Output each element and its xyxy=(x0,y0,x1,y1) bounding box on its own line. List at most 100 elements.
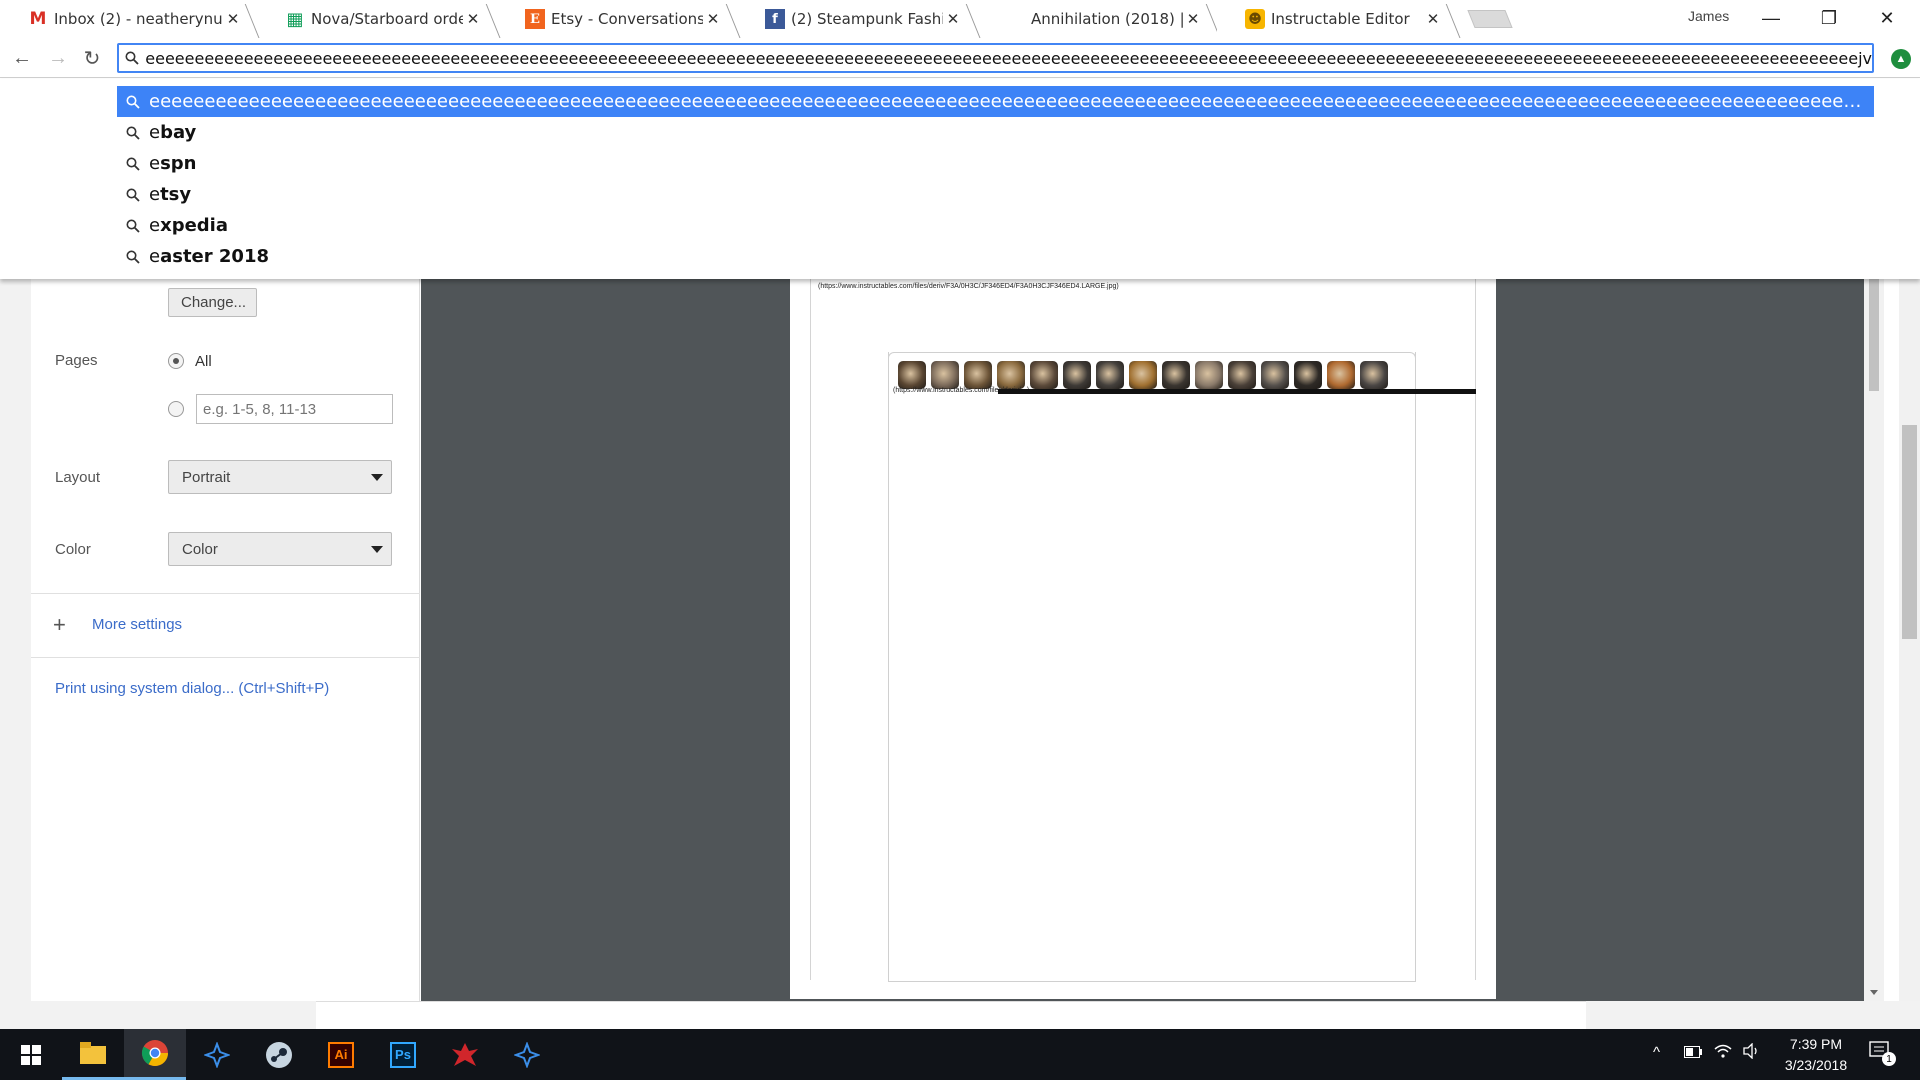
suggestion-item[interactable]: easter 2018 xyxy=(117,241,1874,272)
change-destination-button[interactable]: Change... xyxy=(168,288,257,317)
suggestion-text: espn xyxy=(149,153,197,174)
tray-expand-icon[interactable]: ^ xyxy=(1653,1044,1660,1061)
red-game-icon[interactable] xyxy=(434,1029,496,1080)
tab-title: Nova/Starboard orders - xyxy=(311,10,463,28)
start-button[interactable] xyxy=(0,1029,62,1080)
pages-all-radio[interactable] xyxy=(168,353,184,369)
blank-favicon-icon xyxy=(1005,9,1025,29)
pages-label: Pages xyxy=(55,352,98,369)
file-explorer-icon[interactable] xyxy=(62,1029,124,1080)
thumbnail-image xyxy=(1228,361,1256,389)
thumbnail-image xyxy=(931,361,959,389)
pages-custom-input[interactable] xyxy=(196,394,393,424)
tab-gmail[interactable]: M Inbox (2) - neatherynuts ✕ xyxy=(0,0,257,38)
suggestion-text: eeeeeeeeeeeeeeeeeeeeeeeeeeeeeeeeeeeeeeee… xyxy=(149,91,1874,112)
steam-icon[interactable] xyxy=(248,1029,310,1080)
battery-icon[interactable] xyxy=(1684,1045,1702,1062)
page-scrollbar[interactable] xyxy=(1899,279,1920,1029)
omnibox-suggestions: eeeeeeeeeeeeeeeeeeeeeeeeeeeeeeeeeeeeeeee… xyxy=(0,79,1920,279)
more-settings-link[interactable]: More settings xyxy=(92,616,182,633)
suggestion-item[interactable]: ebay xyxy=(117,117,1874,148)
thumbnail-image xyxy=(1129,361,1157,389)
page-border xyxy=(1475,279,1476,980)
thumbnail-image xyxy=(1261,361,1289,389)
divider xyxy=(31,593,420,594)
plus-icon[interactable]: + xyxy=(53,612,66,638)
tab-title: Instructable Editor xyxy=(1271,10,1410,28)
thumbnail-image xyxy=(1294,361,1322,389)
tab-facebook[interactable]: f (2) Steampunk Fashion ✕ xyxy=(737,0,977,38)
volume-icon[interactable] xyxy=(1743,1042,1761,1063)
pages-custom-radio[interactable] xyxy=(168,401,184,417)
close-icon[interactable]: ✕ xyxy=(1183,10,1203,28)
close-icon[interactable]: ✕ xyxy=(223,10,243,28)
system-dialog-link[interactable]: Print using system dialog... (Ctrl+Shift… xyxy=(55,680,329,697)
etsy-icon: E xyxy=(525,9,545,29)
thumbnail-image xyxy=(964,361,992,389)
scrollbar-thumb[interactable] xyxy=(1869,279,1879,391)
suggestion-item[interactable]: expedia xyxy=(117,210,1874,241)
suggestion-item[interactable]: etsy xyxy=(117,179,1874,210)
suggestion-text: expedia xyxy=(149,215,228,236)
left-gutter xyxy=(0,279,31,1019)
scrollbar-thumb[interactable] xyxy=(1902,425,1917,639)
preview-scrollbar[interactable] xyxy=(1864,279,1884,1001)
browser-toolbar: ← → ↻ eeeeeeeeeeeeeeeeeeeeeeeeeeeeeeeeee… xyxy=(0,38,1920,78)
layout-select[interactable]: Portrait xyxy=(168,460,392,494)
close-icon[interactable]: ✕ xyxy=(1423,10,1443,28)
chrome-icon[interactable] xyxy=(124,1029,186,1080)
close-icon[interactable]: ✕ xyxy=(463,10,483,28)
page-footer-area xyxy=(316,1001,1586,1029)
suggestion-text: easter 2018 xyxy=(149,246,269,267)
tab-sheets[interactable]: ▦ Nova/Starboard orders - ✕ xyxy=(257,0,497,38)
print-preview-area: (https://www.instructables.com/files/der… xyxy=(421,279,1884,1001)
suggestion-text: ebay xyxy=(149,122,197,143)
suggestion-item[interactable]: espn xyxy=(117,148,1874,179)
search-icon xyxy=(117,157,149,171)
clock-date[interactable]: 3/23/2018 xyxy=(1772,1057,1860,1073)
search-icon xyxy=(117,219,149,233)
tab-annihilation[interactable]: Annihilation (2018) | Afda ✕ xyxy=(977,0,1217,38)
battlenet-icon[interactable] xyxy=(186,1029,248,1080)
restore-button[interactable]: ❐ xyxy=(1800,0,1858,36)
page-border xyxy=(810,279,811,980)
wifi-icon[interactable] xyxy=(1714,1043,1732,1063)
minimize-button[interactable]: — xyxy=(1742,0,1800,36)
tab-etsy[interactable]: E Etsy - Conversations - Bo ✕ xyxy=(497,0,737,38)
suggestion-text: etsy xyxy=(149,184,192,205)
divider xyxy=(31,657,420,658)
thumbnail-image xyxy=(1162,361,1190,389)
thumbnail-image xyxy=(1327,361,1355,389)
forward-button[interactable]: → xyxy=(44,44,72,72)
dropdown-caret-icon xyxy=(371,546,383,553)
layout-select-value: Portrait xyxy=(182,468,231,486)
scroll-down-arrow-icon[interactable] xyxy=(1870,990,1878,995)
tab-instructable-editor[interactable]: ☻ Instructable Editor ✕ xyxy=(1217,0,1457,38)
suggestion-item[interactable]: eeeeeeeeeeeeeeeeeeeeeeeeeeeeeeeeeeeeeeee… xyxy=(117,86,1874,117)
pages-all-label: All xyxy=(195,353,212,370)
extension-icon[interactable]: ▲ xyxy=(1891,49,1911,69)
facebook-icon: f xyxy=(765,9,785,29)
back-button[interactable]: ← xyxy=(8,44,36,72)
image-url-text: (https://www.instructables.com/files/der… xyxy=(818,283,1119,290)
color-label: Color xyxy=(55,541,91,558)
notification-center-icon[interactable]: 1 xyxy=(1869,1040,1896,1068)
tab-title: Inbox (2) - neatherynuts xyxy=(54,10,223,28)
photoshop-icon[interactable]: Ps xyxy=(372,1029,434,1080)
notification-count-badge: 1 xyxy=(1882,1052,1896,1066)
address-bar-text[interactable]: eeeeeeeeeeeeeeeeeeeeeeeeeeeeeeeeeeeeeeee… xyxy=(145,49,1872,68)
battlenet-icon-2[interactable] xyxy=(496,1029,558,1080)
illustrator-icon[interactable]: Ai xyxy=(310,1029,372,1080)
color-select[interactable]: Color xyxy=(168,532,392,566)
new-tab-button[interactable] xyxy=(1467,10,1513,28)
clock-time[interactable]: 7:39 PM xyxy=(1772,1036,1860,1052)
reload-button[interactable]: ↻ xyxy=(78,44,106,72)
close-icon[interactable]: ✕ xyxy=(943,10,963,28)
address-bar[interactable]: eeeeeeeeeeeeeeeeeeeeeeeeeeeeeeeeeeeeeeee… xyxy=(117,43,1874,73)
close-icon[interactable]: ✕ xyxy=(703,10,723,28)
print-settings-panel: Change... Pages All Layout Portrait Colo… xyxy=(31,279,420,1001)
close-window-button[interactable]: ✕ xyxy=(1858,0,1916,36)
bottom-strip xyxy=(0,1001,1920,1029)
profile-name[interactable]: James xyxy=(1688,8,1729,24)
tab-strip: M Inbox (2) - neatherynuts ✕ ▦ Nova/Star… xyxy=(0,0,1920,40)
